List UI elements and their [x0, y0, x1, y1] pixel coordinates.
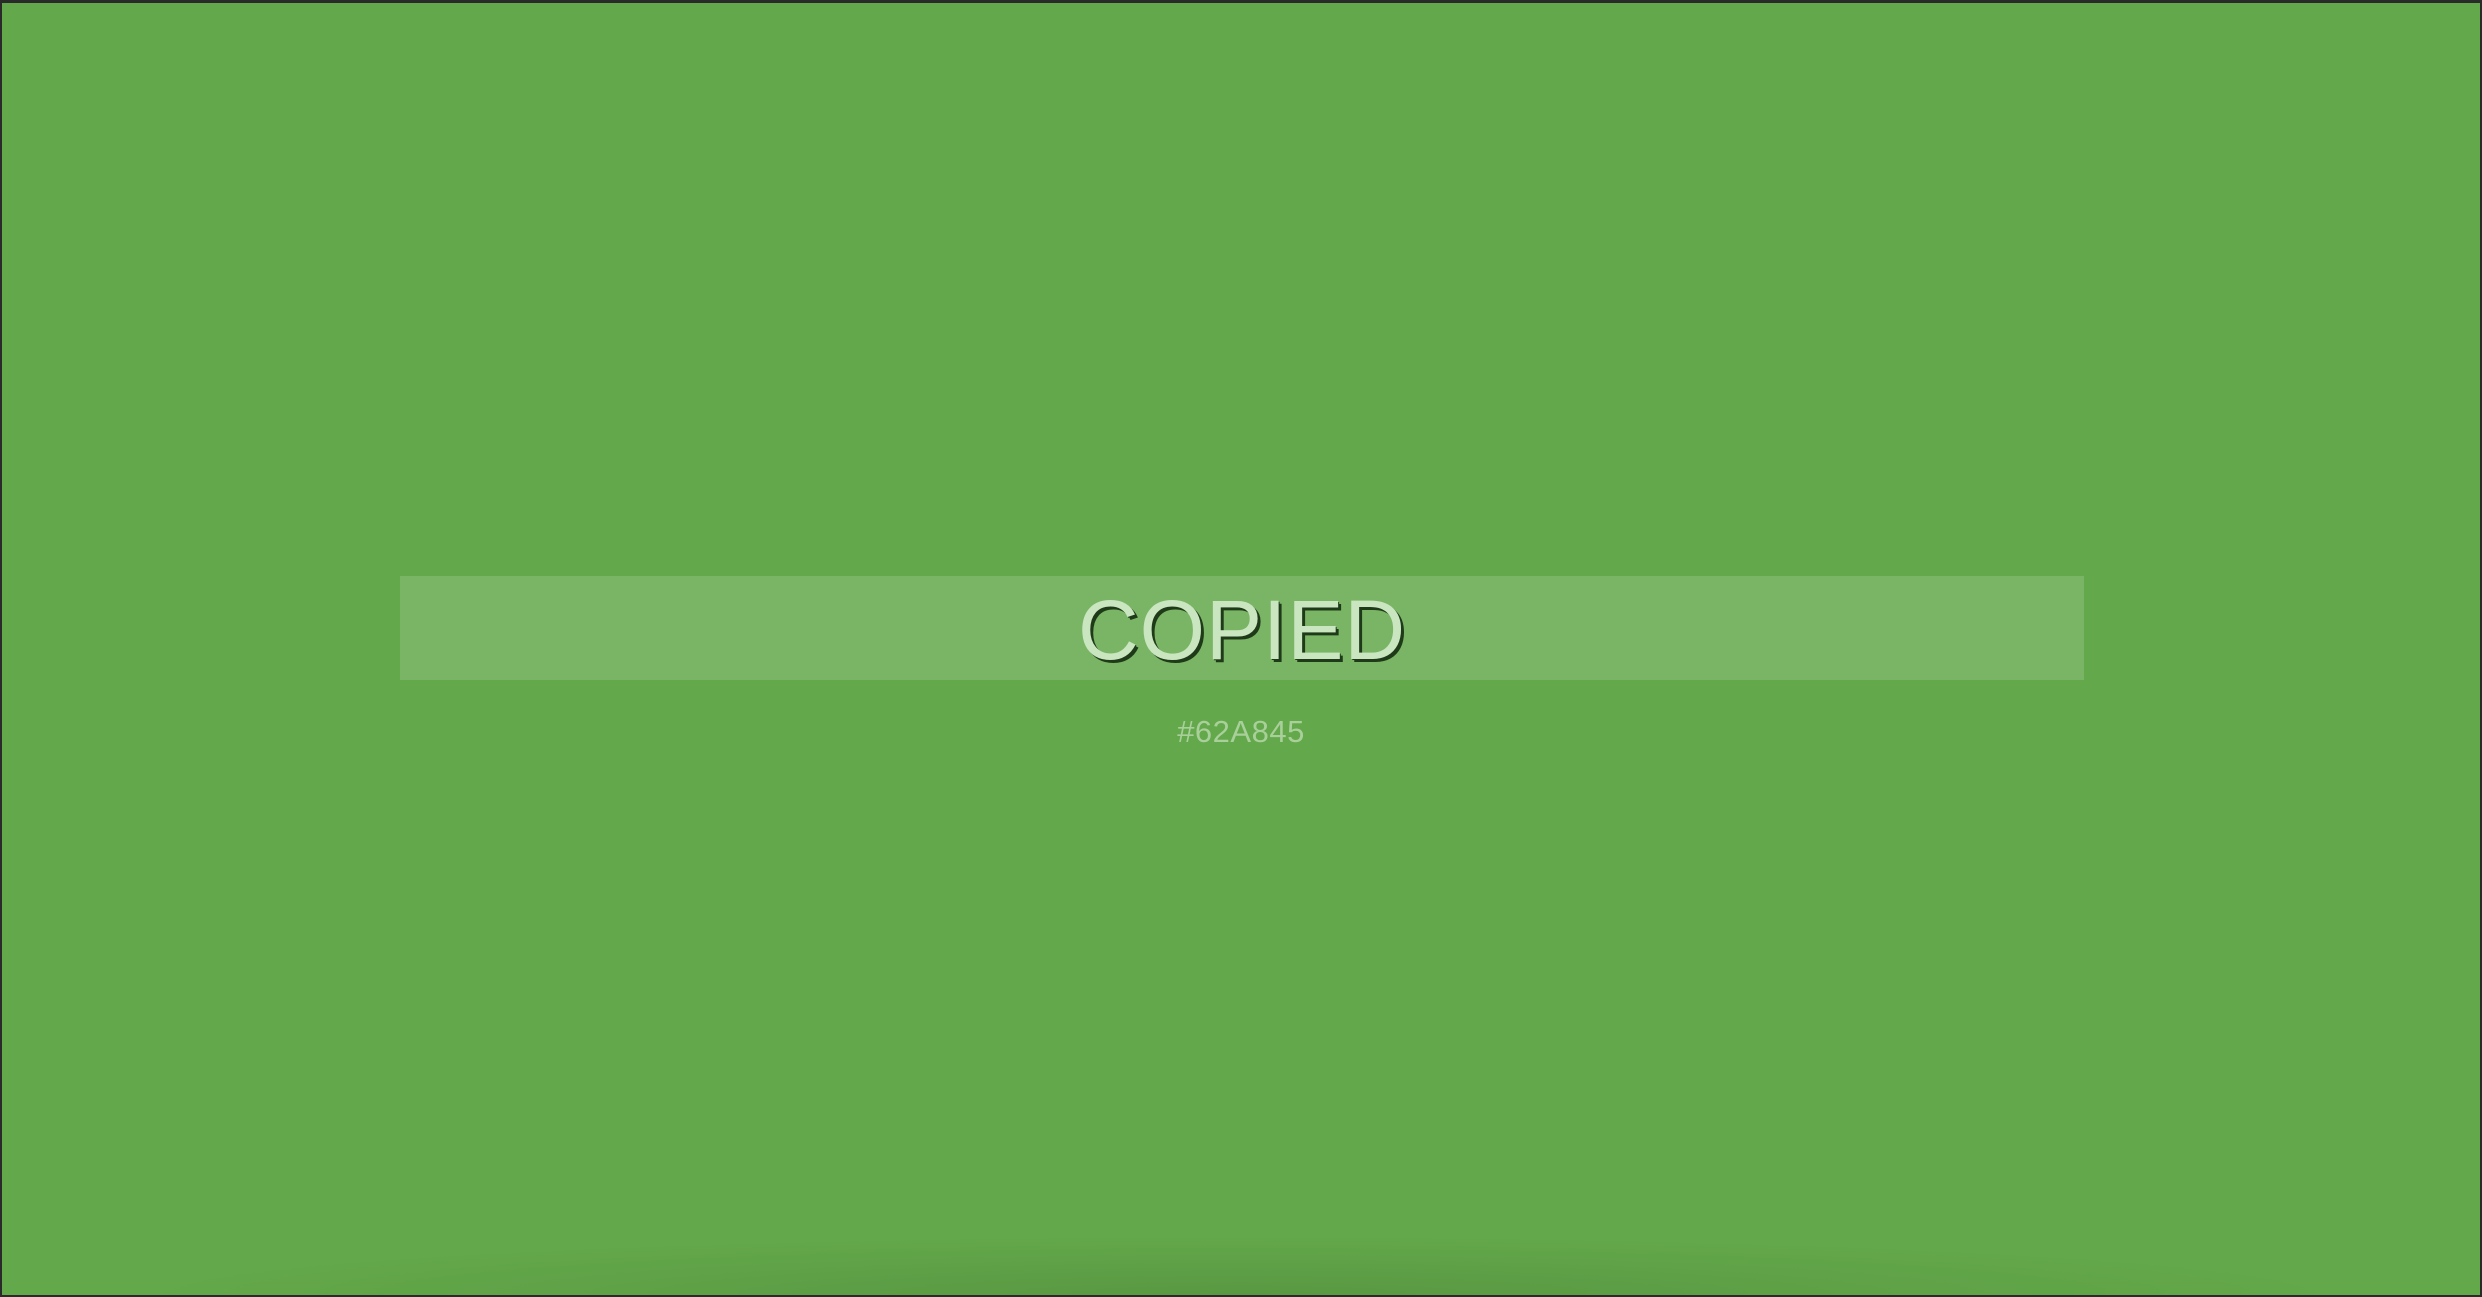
copied-message: COPIED: [1077, 583, 1407, 677]
color-copied-screen: COPIED #62A845: [2, 3, 2480, 1295]
copied-banner: COPIED: [400, 576, 2084, 680]
hex-color-code: #62A845: [1177, 714, 1305, 749]
